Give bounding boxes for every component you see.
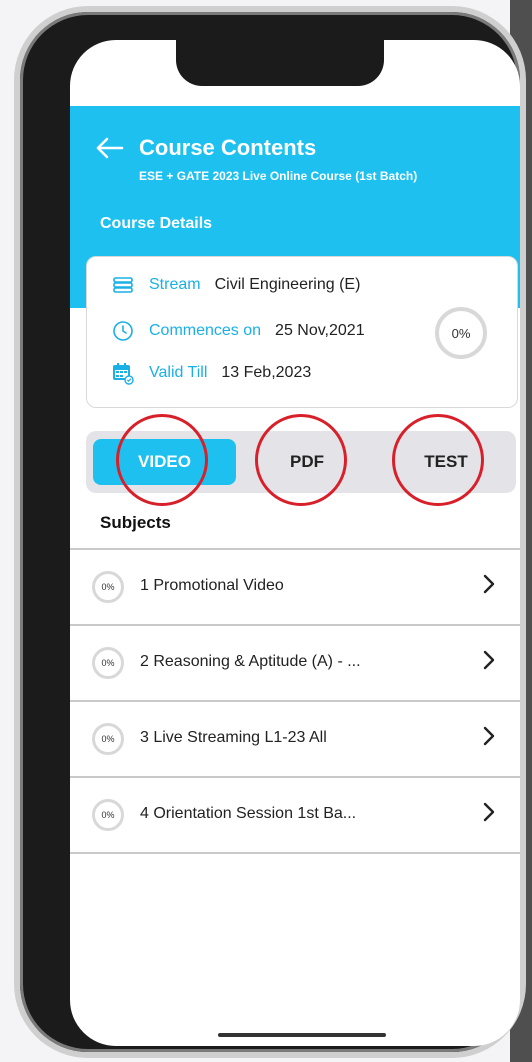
app-screen: Course Contents ESE + GATE 2023 Live Onl… — [70, 40, 520, 1046]
pdf-highlight-circle — [255, 414, 347, 506]
commences-label: Commences on — [149, 322, 262, 339]
commences-row: Commences on 25 Nov,2021 — [111, 319, 365, 343]
subject-title: 1 Promotional Video — [140, 577, 284, 594]
stream-value: Civil Engineering (E) — [214, 276, 361, 293]
subject-item[interactable]: 0% 1 Promotional Video — [70, 548, 520, 624]
subject-progress: 0% — [92, 647, 124, 679]
video-highlight-circle — [116, 414, 208, 506]
subject-item[interactable]: 0% 2 Reasoning & Aptitude (A) - ... — [70, 624, 520, 700]
course-progress-ring: 0% — [435, 307, 487, 359]
subjects-list: 0% 1 Promotional Video 0% 2 Reasoning & … — [70, 548, 520, 854]
stream-row: Stream Civil Engineering (E) — [111, 273, 360, 297]
subject-title: 2 Reasoning & Aptitude (A) - ... — [140, 653, 361, 670]
chevron-right-icon[interactable] — [482, 802, 496, 822]
valid-till-label: Valid Till — [149, 364, 208, 381]
calendar-icon — [113, 363, 134, 385]
subject-progress: 0% — [92, 799, 124, 831]
subject-progress: 0% — [92, 723, 124, 755]
course-details-heading: Course Details — [100, 215, 213, 232]
subject-title: 4 Orientation Session 1st Ba... — [140, 805, 357, 822]
subject-item[interactable]: 0% 4 Orientation Session 1st Ba... — [70, 776, 520, 854]
subjects-heading: Subjects — [100, 513, 171, 532]
chevron-right-icon[interactable] — [482, 650, 496, 670]
back-arrow-icon[interactable] — [94, 136, 124, 160]
test-highlight-circle — [392, 414, 484, 506]
valid-till-row: Valid Till 13 Feb,2023 — [111, 361, 311, 385]
home-indicator[interactable] — [218, 1033, 386, 1037]
clock-icon — [113, 321, 133, 341]
chevron-right-icon[interactable] — [482, 574, 496, 594]
phone-notch — [176, 40, 384, 86]
page-title: Course Contents — [139, 135, 317, 160]
stream-label: Stream — [149, 276, 201, 293]
subject-progress: 0% — [92, 571, 124, 603]
chevron-right-icon[interactable] — [482, 726, 496, 746]
course-subtitle: ESE + GATE 2023 Live Online Course (1st … — [139, 169, 418, 183]
commences-value: 25 Nov,2021 — [275, 322, 365, 339]
valid-till-value: 13 Feb,2023 — [221, 364, 312, 381]
books-icon — [113, 277, 133, 293]
subject-item[interactable]: 0% 3 Live Streaming L1-23 All — [70, 700, 520, 776]
course-details-card: Stream Civil Engineering (E) Commences o… — [86, 256, 518, 408]
phone-frame: Course Contents ESE + GATE 2023 Live Onl… — [20, 12, 520, 1052]
subject-title: 3 Live Streaming L1-23 All — [140, 729, 327, 746]
